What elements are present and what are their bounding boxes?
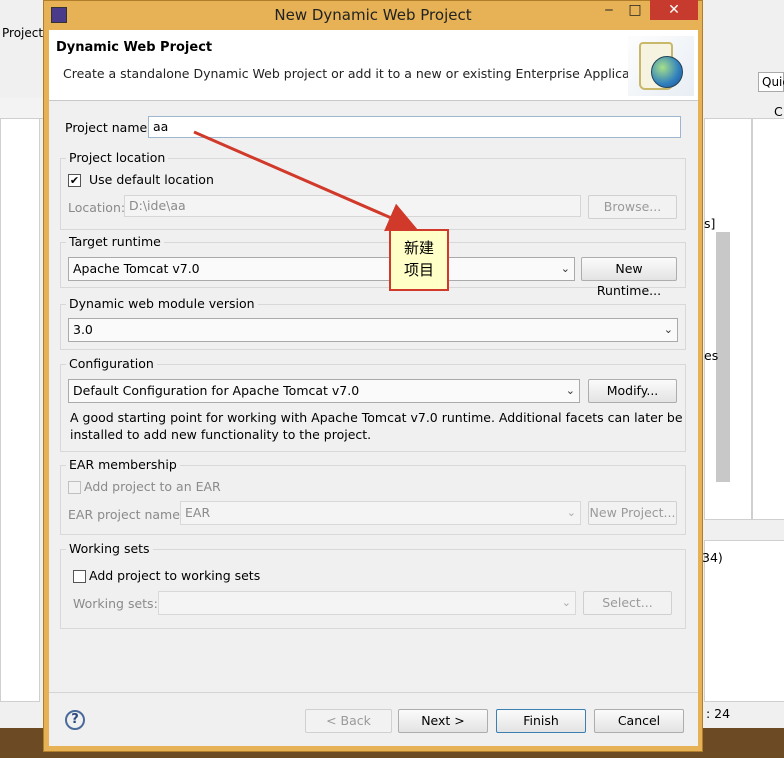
- finish-button[interactable]: Finish: [496, 709, 586, 733]
- bg-status-text: : 24: [706, 706, 731, 721]
- ear-project-name-value: EAR: [185, 505, 211, 520]
- ear-project-name-select[interactable]: EAR ⌄: [180, 501, 581, 525]
- add-to-working-sets-label: Add project to working sets: [89, 568, 261, 583]
- annotation-callout: 新建 项目: [389, 229, 449, 291]
- bg-project-tab[interactable]: Project: [2, 26, 43, 40]
- banner-description: Create a standalone Dynamic Web project …: [63, 66, 658, 81]
- checkmark-icon: ✔: [69, 174, 80, 187]
- working-sets-group: [60, 549, 686, 629]
- chevron-down-icon: ⌄: [663, 323, 673, 336]
- annotation-line2: 项目: [403, 261, 434, 279]
- working-sets-label: Working sets: [66, 541, 153, 556]
- cancel-button[interactable]: Cancel: [594, 709, 684, 733]
- add-to-ear-label: Add project to an EAR: [84, 479, 221, 494]
- configuration-value: Default Configuration for Apache Tomcat …: [73, 383, 360, 398]
- chevron-down-icon: ⌄: [565, 384, 575, 397]
- location-label: Location:: [68, 200, 126, 215]
- close-button[interactable]: ✕: [650, 0, 698, 20]
- project-name-label: Project name:: [65, 120, 152, 135]
- module-version-select[interactable]: 3.0 ⌄: [68, 318, 678, 342]
- chevron-down-icon: ⌄: [566, 506, 576, 519]
- module-version-value: 3.0: [73, 322, 93, 337]
- project-location-label: Project location: [66, 150, 169, 165]
- new-project-button[interactable]: New Project...: [588, 501, 677, 525]
- modify-button[interactable]: Modify...: [588, 379, 677, 403]
- bg-view-tab-strip: [0, 98, 44, 119]
- footer-separator: [49, 692, 698, 693]
- bg-quick-access[interactable]: Quic: [758, 72, 784, 92]
- configuration-select[interactable]: Default Configuration for Apache Tomcat …: [68, 379, 580, 403]
- annotation-arrow: [193, 130, 418, 232]
- next-button[interactable]: Next >: [398, 709, 488, 733]
- bg-project-explorer: [0, 118, 40, 702]
- configuration-description-line1: A good starting point for working with A…: [70, 410, 683, 425]
- add-to-ear-checkbox[interactable]: [68, 481, 81, 494]
- working-sets-select[interactable]: ⌄: [158, 591, 576, 615]
- chevron-down-icon: ⌄: [560, 262, 570, 275]
- target-runtime-label: Target runtime: [66, 234, 164, 249]
- configuration-label: Configuration: [66, 356, 157, 371]
- working-sets-field-label: Working sets:: [73, 596, 158, 611]
- ear-project-name-label: EAR project name:: [68, 507, 185, 522]
- add-to-working-sets-checkbox[interactable]: [73, 570, 86, 583]
- back-button[interactable]: < Back: [305, 709, 392, 733]
- maximize-button[interactable]: □: [622, 0, 648, 20]
- banner-title: Dynamic Web Project: [56, 40, 213, 55]
- ear-membership-label: EAR membership: [66, 457, 180, 472]
- globe-icon: [651, 56, 683, 88]
- use-default-location-checkbox[interactable]: ✔: [68, 174, 81, 187]
- target-runtime-value: Apache Tomcat v7.0: [73, 261, 200, 276]
- select-working-sets-button[interactable]: Select...: [583, 591, 672, 615]
- bg-text-2: es: [704, 348, 719, 363]
- configuration-description-line2: installed to add new functionality to th…: [70, 427, 372, 442]
- bg-text-3: 34): [702, 550, 723, 565]
- module-version-label: Dynamic web module version: [66, 296, 258, 311]
- chevron-down-icon: ⌄: [561, 596, 571, 609]
- new-runtime-button[interactable]: New Runtime...: [581, 257, 677, 298]
- bg-text-1: s]: [704, 216, 716, 231]
- help-icon[interactable]: ?: [65, 710, 85, 730]
- target-runtime-select[interactable]: Apache Tomcat v7.0 ⌄: [68, 257, 575, 281]
- bg-side-label: C: [774, 104, 783, 119]
- browse-button[interactable]: Browse...: [588, 195, 677, 219]
- annotation-line1: 新建: [403, 239, 434, 257]
- minimize-button[interactable]: ‒: [596, 0, 622, 20]
- bg-outline-pane: [752, 118, 784, 520]
